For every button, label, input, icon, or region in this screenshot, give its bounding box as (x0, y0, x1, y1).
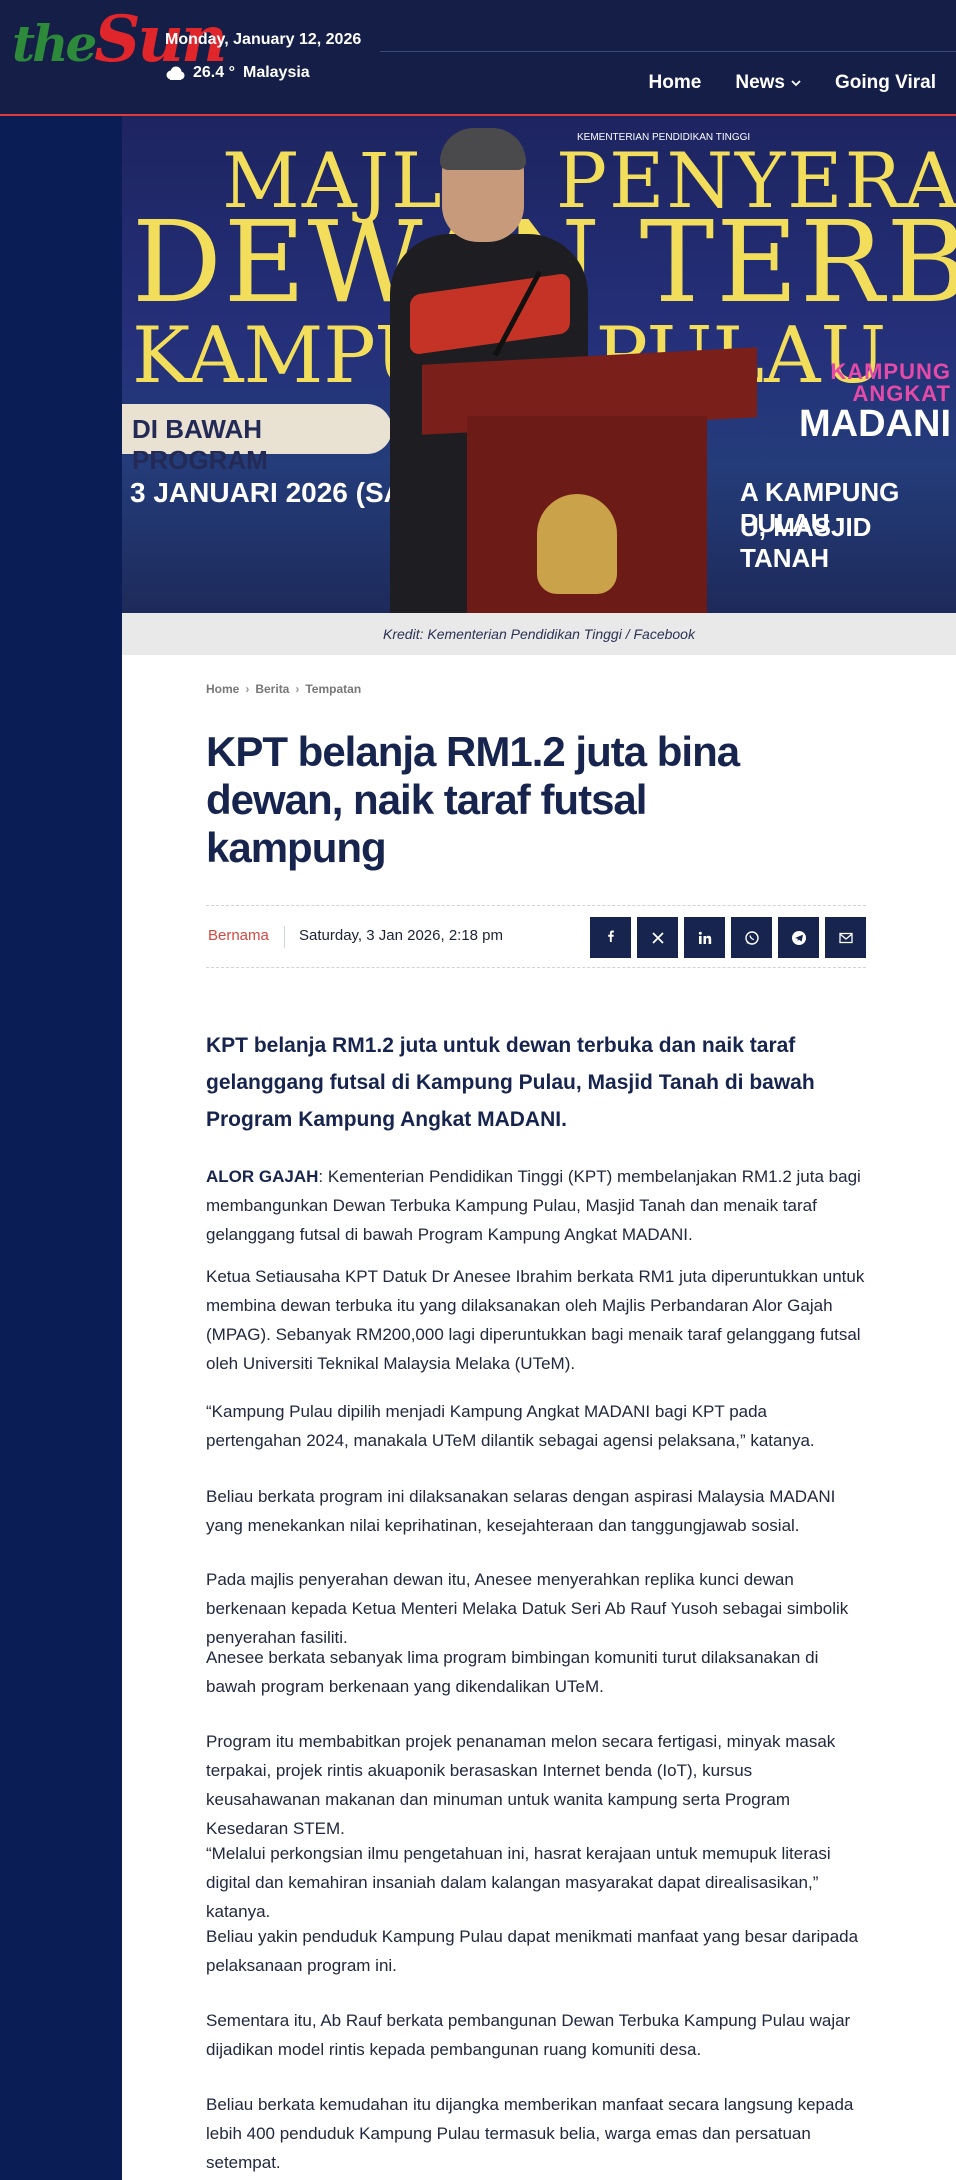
article-paragraph: “Melalui perkongsian ilmu pengetahuan in… (206, 1844, 831, 1921)
share-buttons (590, 917, 866, 958)
publish-date: Saturday, 3 Jan 2026, 2:18 pm (299, 927, 504, 944)
nav-going-viral-label: Going Viral (834, 72, 936, 93)
hero-program-text: DI BAWAH PROGRAM (132, 414, 268, 475)
breadcrumb-separator: › (295, 682, 300, 696)
nav-going-viral[interactable]: Going Viral (835, 72, 936, 94)
kampung-logo-line-2: ANGKAT (852, 381, 951, 406)
article-paragraph: ALOR GAJAH: Kementerian Pendidikan Tingg… (206, 1162, 866, 1249)
nav-news-label: News (735, 72, 785, 93)
article-paragraph: Beliau berkata program ini dilaksanakan … (206, 1487, 836, 1535)
author-link[interactable]: Bernama (208, 927, 269, 944)
breadcrumb-separator: › (245, 682, 250, 696)
main-nav: Home News Going Viral (649, 72, 936, 94)
article-paragraph: “Kampung Pulau dipilih menjadi Kampung A… (206, 1402, 815, 1450)
speaker-hair (440, 128, 526, 170)
weather-location: Malaysia (242, 64, 310, 81)
hero-place-text-2: U, MASJID TANAH (740, 512, 872, 573)
share-x-button[interactable] (637, 917, 678, 958)
x-icon (651, 931, 664, 944)
image-caption: Kredit: Kementerian Pendidikan Tinggi / … (122, 613, 956, 655)
state-emblem (537, 494, 617, 594)
hero-program-pill: DI BAWAH PROGRAM (122, 404, 392, 475)
whatsapp-icon (744, 930, 759, 945)
breadcrumb-home[interactable]: Home (206, 682, 239, 696)
nav-news[interactable]: News (735, 72, 801, 94)
kampung-angkat-madani-logo: KAMPUNG ANGKAT MADANI (797, 359, 951, 445)
breadcrumb: Home › Berita › Tempatan (206, 682, 361, 696)
hero-image: KEMENTERIAN PENDIDIKAN TINGGI MAJLIS PEN… (122, 116, 956, 613)
header-divider (380, 51, 956, 52)
cloud-icon (166, 66, 185, 80)
share-linkedin-button[interactable] (684, 917, 725, 958)
facebook-icon (607, 930, 614, 942)
share-email-button[interactable] (825, 917, 866, 958)
breadcrumb-berita[interactable]: Berita (255, 682, 289, 696)
article-lead: KPT belanja RM1.2 juta untuk dewan terbu… (206, 1034, 815, 1131)
article-paragraph: Sementara itu, Ab Rauf berkata pembangun… (206, 2011, 851, 2059)
site-header: theSun Monday, January 12, 2026 26.4 ° M… (0, 0, 956, 116)
email-icon (838, 932, 853, 943)
share-telegram-button[interactable] (778, 917, 819, 958)
article-paragraph: Beliau yakin penduduk Kampung Pulau dapa… (206, 1927, 859, 1975)
nav-home-label: Home (648, 72, 702, 93)
article-paragraph: Pada majlis penyerahan dewan itu, Anesee… (206, 1570, 849, 1647)
linkedin-icon (698, 931, 711, 944)
weather-temperature: 26.4 ° (193, 64, 235, 81)
share-facebook-button[interactable] (590, 917, 631, 958)
article-paragraph: Ketua Setiausaha KPT Datuk Dr Anesee Ibr… (206, 1267, 865, 1373)
article-meta: Bernama Saturday, 3 Jan 2026, 2:18 pm (206, 905, 866, 968)
kampung-logo-line-1: KAMPUNG (830, 359, 951, 384)
article-paragraph: Program itu membabitkan projek penanaman… (206, 1732, 836, 1838)
left-rail (0, 116, 122, 2180)
nav-home[interactable]: Home (649, 72, 702, 94)
breadcrumb-tempatan[interactable]: Tempatan (305, 682, 361, 696)
dateline: ALOR GAJAH (206, 1167, 319, 1186)
meta-divider (284, 926, 285, 948)
weather-widget: 26.4 ° Malaysia (165, 64, 310, 82)
current-date: Monday, January 12, 2026 (165, 31, 362, 48)
share-whatsapp-button[interactable] (731, 917, 772, 958)
article-paragraph: Beliau berkata kemudahan itu dijangka me… (206, 2095, 854, 2172)
article-paragraph: Anesee berkata sebanyak lima program bim… (206, 1648, 819, 1696)
kampung-logo-line-3: MADANI (799, 403, 951, 445)
logo-the: the (12, 14, 97, 73)
chevron-down-icon (791, 80, 801, 87)
telegram-icon (791, 930, 806, 945)
article-title: KPT belanja RM1.2 juta bina dewan, naik … (206, 728, 740, 871)
